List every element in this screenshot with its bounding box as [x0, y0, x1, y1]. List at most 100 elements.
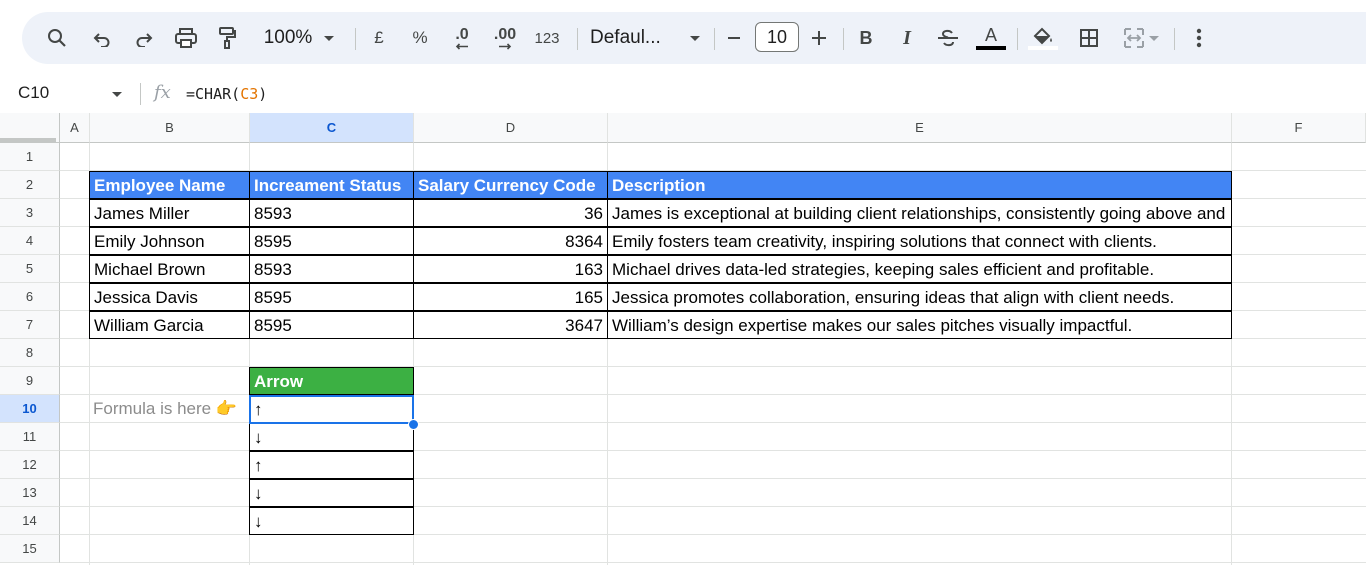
table-cell[interactable]: Jessica Davis [89, 283, 250, 311]
search-icon[interactable] [42, 12, 72, 64]
column-header-f[interactable]: F [1232, 113, 1366, 143]
table-cell[interactable]: Emily Johnson [89, 227, 250, 255]
row-header[interactable]: 9 [0, 367, 60, 395]
more-options-icon[interactable] [1187, 12, 1211, 64]
chevron-down-icon [690, 35, 700, 41]
decrease-font-size-button[interactable] [722, 12, 746, 64]
borders-button[interactable] [1076, 12, 1102, 64]
row-header[interactable]: 2 [0, 171, 60, 199]
undo-icon[interactable] [88, 12, 116, 64]
table-cell[interactable]: William Garcia [89, 311, 250, 339]
bold-label: B [859, 27, 873, 48]
currency-button[interactable]: £ [366, 12, 392, 64]
row-header[interactable]: 15 [0, 535, 60, 563]
row-header[interactable]: 13 [0, 479, 60, 507]
merge-cells-button[interactable] [1118, 12, 1164, 64]
row-header[interactable]: 14 [0, 507, 60, 535]
chevron-down-icon [324, 35, 335, 41]
table-header-cell[interactable]: Description [607, 171, 1232, 199]
table-cell[interactable]: Michael Brown [89, 255, 250, 283]
row-header[interactable]: 6 [0, 283, 60, 311]
font-select[interactable]: Defaul... [590, 12, 700, 64]
increase-font-size-button[interactable] [807, 12, 831, 64]
formula-reference: C3 [240, 85, 259, 103]
table-cell[interactable]: James Miller [89, 199, 250, 227]
toolbar-divider [714, 28, 715, 50]
formula-prefix: =CHAR( [186, 85, 241, 103]
plus-icon [812, 31, 826, 45]
redo-icon[interactable] [130, 12, 158, 64]
column-header-c[interactable]: C [250, 113, 414, 143]
row-header[interactable]: 10 [0, 395, 60, 423]
table-cell[interactable]: 36 [413, 199, 608, 227]
row-header[interactable]: 7 [0, 311, 60, 339]
table-cell[interactable]: 3647 [413, 311, 608, 339]
arrow-header-cell[interactable]: Arrow [249, 367, 414, 395]
table-cell[interactable]: Michael drives data-led strategies, keep… [607, 255, 1232, 283]
formula-note[interactable]: Formula is here 👉 [89, 395, 249, 423]
active-cell-selection [249, 395, 414, 424]
formula-bar-divider [140, 83, 141, 105]
bold-button[interactable]: B [853, 12, 879, 64]
chevron-down-icon[interactable] [112, 92, 122, 97]
merge-cells-icon [1124, 28, 1144, 48]
row-header[interactable]: 3 [0, 199, 60, 227]
toolbar-divider [843, 28, 844, 50]
row-header[interactable]: 5 [0, 255, 60, 283]
arrow-cell[interactable]: ↓ [249, 479, 414, 507]
font-size-input[interactable]: 10 [755, 22, 799, 52]
table-cell[interactable]: 8595 [249, 227, 414, 255]
arrow-cell[interactable]: ↑ [249, 451, 414, 479]
table-cell[interactable]: 8595 [249, 283, 414, 311]
column-header-a[interactable]: A [60, 113, 90, 143]
formula-suffix: ) [258, 85, 268, 103]
zoom-value: 100% [263, 27, 313, 48]
arrow-cell[interactable]: ↓ [249, 507, 414, 535]
text-color-button[interactable]: A [975, 12, 1007, 64]
paint-format-icon[interactable] [213, 12, 241, 64]
arrow-cell[interactable]: ↓ [249, 423, 414, 451]
fill-color-button[interactable] [1028, 12, 1058, 64]
table-cell[interactable]: 8593 [249, 199, 414, 227]
toolbar-divider [355, 28, 356, 50]
print-icon[interactable] [172, 12, 200, 64]
table-cell[interactable]: 165 [413, 283, 608, 311]
table-cell[interactable]: James is exceptional at building client … [607, 199, 1232, 227]
increase-decimal-button[interactable]: .00 [487, 12, 523, 64]
text-color-swatch [976, 46, 1006, 50]
percent-button[interactable]: % [407, 12, 433, 64]
table-cell[interactable]: 8595 [249, 311, 414, 339]
table-cell[interactable]: Emily fosters team creativity, inspiring… [607, 227, 1232, 255]
formula-input[interactable]: =CHAR(C3) [186, 85, 267, 103]
text-color-label: A [984, 25, 997, 45]
table-cell[interactable]: Jessica promotes collaboration, ensuring… [607, 283, 1232, 311]
column-header-b[interactable]: B [90, 113, 250, 143]
row-header[interactable]: 1 [0, 143, 60, 171]
row-header[interactable]: 11 [0, 423, 60, 451]
decrease-decimal-button[interactable]: .0 [447, 12, 477, 64]
column-header-e[interactable]: E [608, 113, 1232, 143]
name-box[interactable]: C10 [18, 83, 49, 103]
chevron-down-icon [1149, 35, 1159, 41]
more-formats-button[interactable]: 123 [532, 12, 562, 64]
row-header[interactable]: 8 [0, 339, 60, 367]
row-header[interactable]: 4 [0, 227, 60, 255]
fx-icon: fx [154, 82, 171, 103]
table-cell[interactable]: 8364 [413, 227, 608, 255]
column-header-d[interactable]: D [414, 113, 608, 143]
fill-handle[interactable] [408, 419, 419, 430]
table-cell[interactable]: 8593 [249, 255, 414, 283]
zoom-select[interactable]: 100% [254, 12, 344, 64]
decrease-decimal-label: .0 [455, 25, 469, 43]
italic-button[interactable]: I [894, 12, 920, 64]
table-header-cell[interactable]: Employee Name [89, 171, 250, 199]
table-cell[interactable]: William’s design expertise makes our sal… [607, 311, 1232, 339]
row-header[interactable]: 12 [0, 451, 60, 479]
table-header-cell[interactable]: Increament Status [249, 171, 414, 199]
formula-bar: C10 fx =CHAR(C3) [0, 75, 1366, 114]
fill-color-swatch [1028, 45, 1058, 50]
table-header-cell[interactable]: Salary Currency Code [413, 171, 608, 199]
toolbar-divider [1017, 28, 1018, 50]
strikethrough-button[interactable] [934, 12, 962, 64]
table-cell[interactable]: 163 [413, 255, 608, 283]
